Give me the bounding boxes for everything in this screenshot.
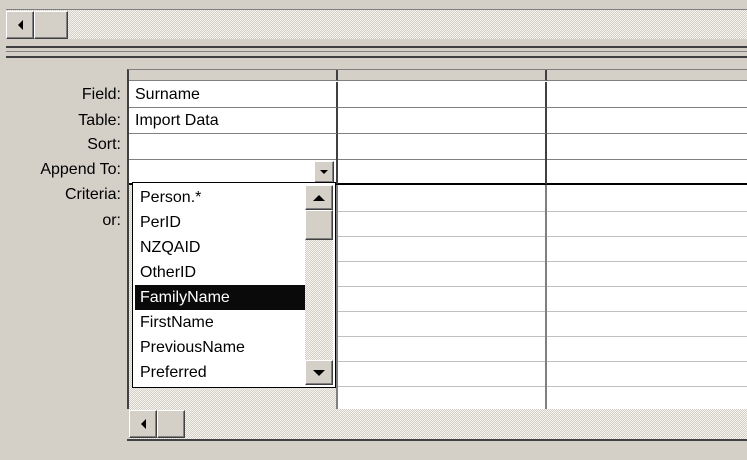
grid-bottom-edge	[127, 439, 747, 441]
list-item[interactable]: PreviousName	[135, 335, 305, 360]
row-line	[338, 236, 747, 237]
list-item[interactable]: PerID	[135, 210, 305, 235]
top-scroll-left-button[interactable]	[6, 11, 34, 39]
list-item[interactable]: Preferred	[135, 360, 305, 385]
list-item-selected[interactable]: FamilyName	[135, 285, 305, 310]
column-separator	[545, 185, 547, 411]
append-to-row-label: Append To:	[40, 161, 121, 178]
or-row-label: or:	[102, 212, 121, 229]
column-separator	[336, 185, 338, 411]
splitter-line	[6, 51, 747, 52]
sort-cell-col2[interactable]	[338, 134, 547, 160]
criteria-row-label: Criteria:	[64, 186, 121, 203]
dropdown-scroll-thumb[interactable]	[305, 210, 333, 240]
row-line	[338, 311, 747, 312]
grid-scroll-left-button[interactable]	[129, 410, 157, 438]
list-item[interactable]: NZQAID	[135, 235, 305, 260]
row-line	[338, 386, 747, 387]
column-selector-2[interactable]	[338, 70, 547, 81]
scroll-left-arrow-icon	[17, 20, 23, 30]
field-row-label: Field:	[81, 86, 121, 103]
field-cell-col1[interactable]: Surname	[129, 82, 338, 108]
table-row-label: Table:	[78, 112, 121, 129]
scroll-left-arrow-icon	[140, 419, 146, 429]
list-item[interactable]: OtherID	[135, 260, 305, 285]
column-selector-1[interactable]	[129, 70, 338, 81]
sort-row-label: Sort:	[87, 136, 121, 153]
field-cell-col3[interactable]	[547, 82, 747, 108]
top-scroll-thumb[interactable]	[34, 11, 68, 39]
table-cell-col2[interactable]	[338, 108, 547, 134]
append-to-cell-col3[interactable]	[547, 159, 747, 185]
row-line	[338, 286, 747, 287]
row-line	[338, 211, 747, 212]
sort-cell-col3[interactable]	[547, 134, 747, 160]
grid-scroll-thumb[interactable]	[157, 410, 185, 438]
scroll-up-button[interactable]	[305, 185, 333, 210]
scroll-down-button[interactable]	[305, 360, 333, 385]
row-line	[338, 261, 747, 262]
column-selector-3[interactable]	[547, 70, 747, 81]
append-to-cell-col2[interactable]	[338, 159, 547, 185]
col3-lower-cells[interactable]	[547, 185, 747, 411]
dropdown-arrow-icon	[320, 170, 328, 174]
row-line	[338, 361, 747, 362]
table-cell-col1[interactable]: Import Data	[129, 108, 338, 134]
list-item[interactable]: FirstName	[135, 310, 305, 335]
field-cell-col2[interactable]	[338, 82, 547, 108]
dropdown-vertical-scrollbar[interactable]	[305, 185, 333, 385]
sort-cell-col1[interactable]	[129, 134, 338, 160]
scroll-down-arrow-icon	[313, 369, 325, 376]
col2-lower-cells[interactable]	[338, 185, 547, 411]
top-horizontal-scrollbar[interactable]	[6, 9, 747, 39]
grid-horizontal-scrollbar[interactable]	[129, 409, 747, 439]
pane-splitter[interactable]	[6, 46, 747, 58]
row-line	[338, 336, 747, 337]
scroll-up-arrow-icon	[313, 194, 325, 201]
table-cell-col3[interactable]	[547, 108, 747, 134]
append-to-dropdown-list[interactable]: Person.* PerID NZQAID OtherID FamilyName…	[132, 182, 336, 388]
list-item[interactable]: Person.*	[135, 185, 305, 210]
append-to-dropdown-button[interactable]	[314, 161, 334, 183]
